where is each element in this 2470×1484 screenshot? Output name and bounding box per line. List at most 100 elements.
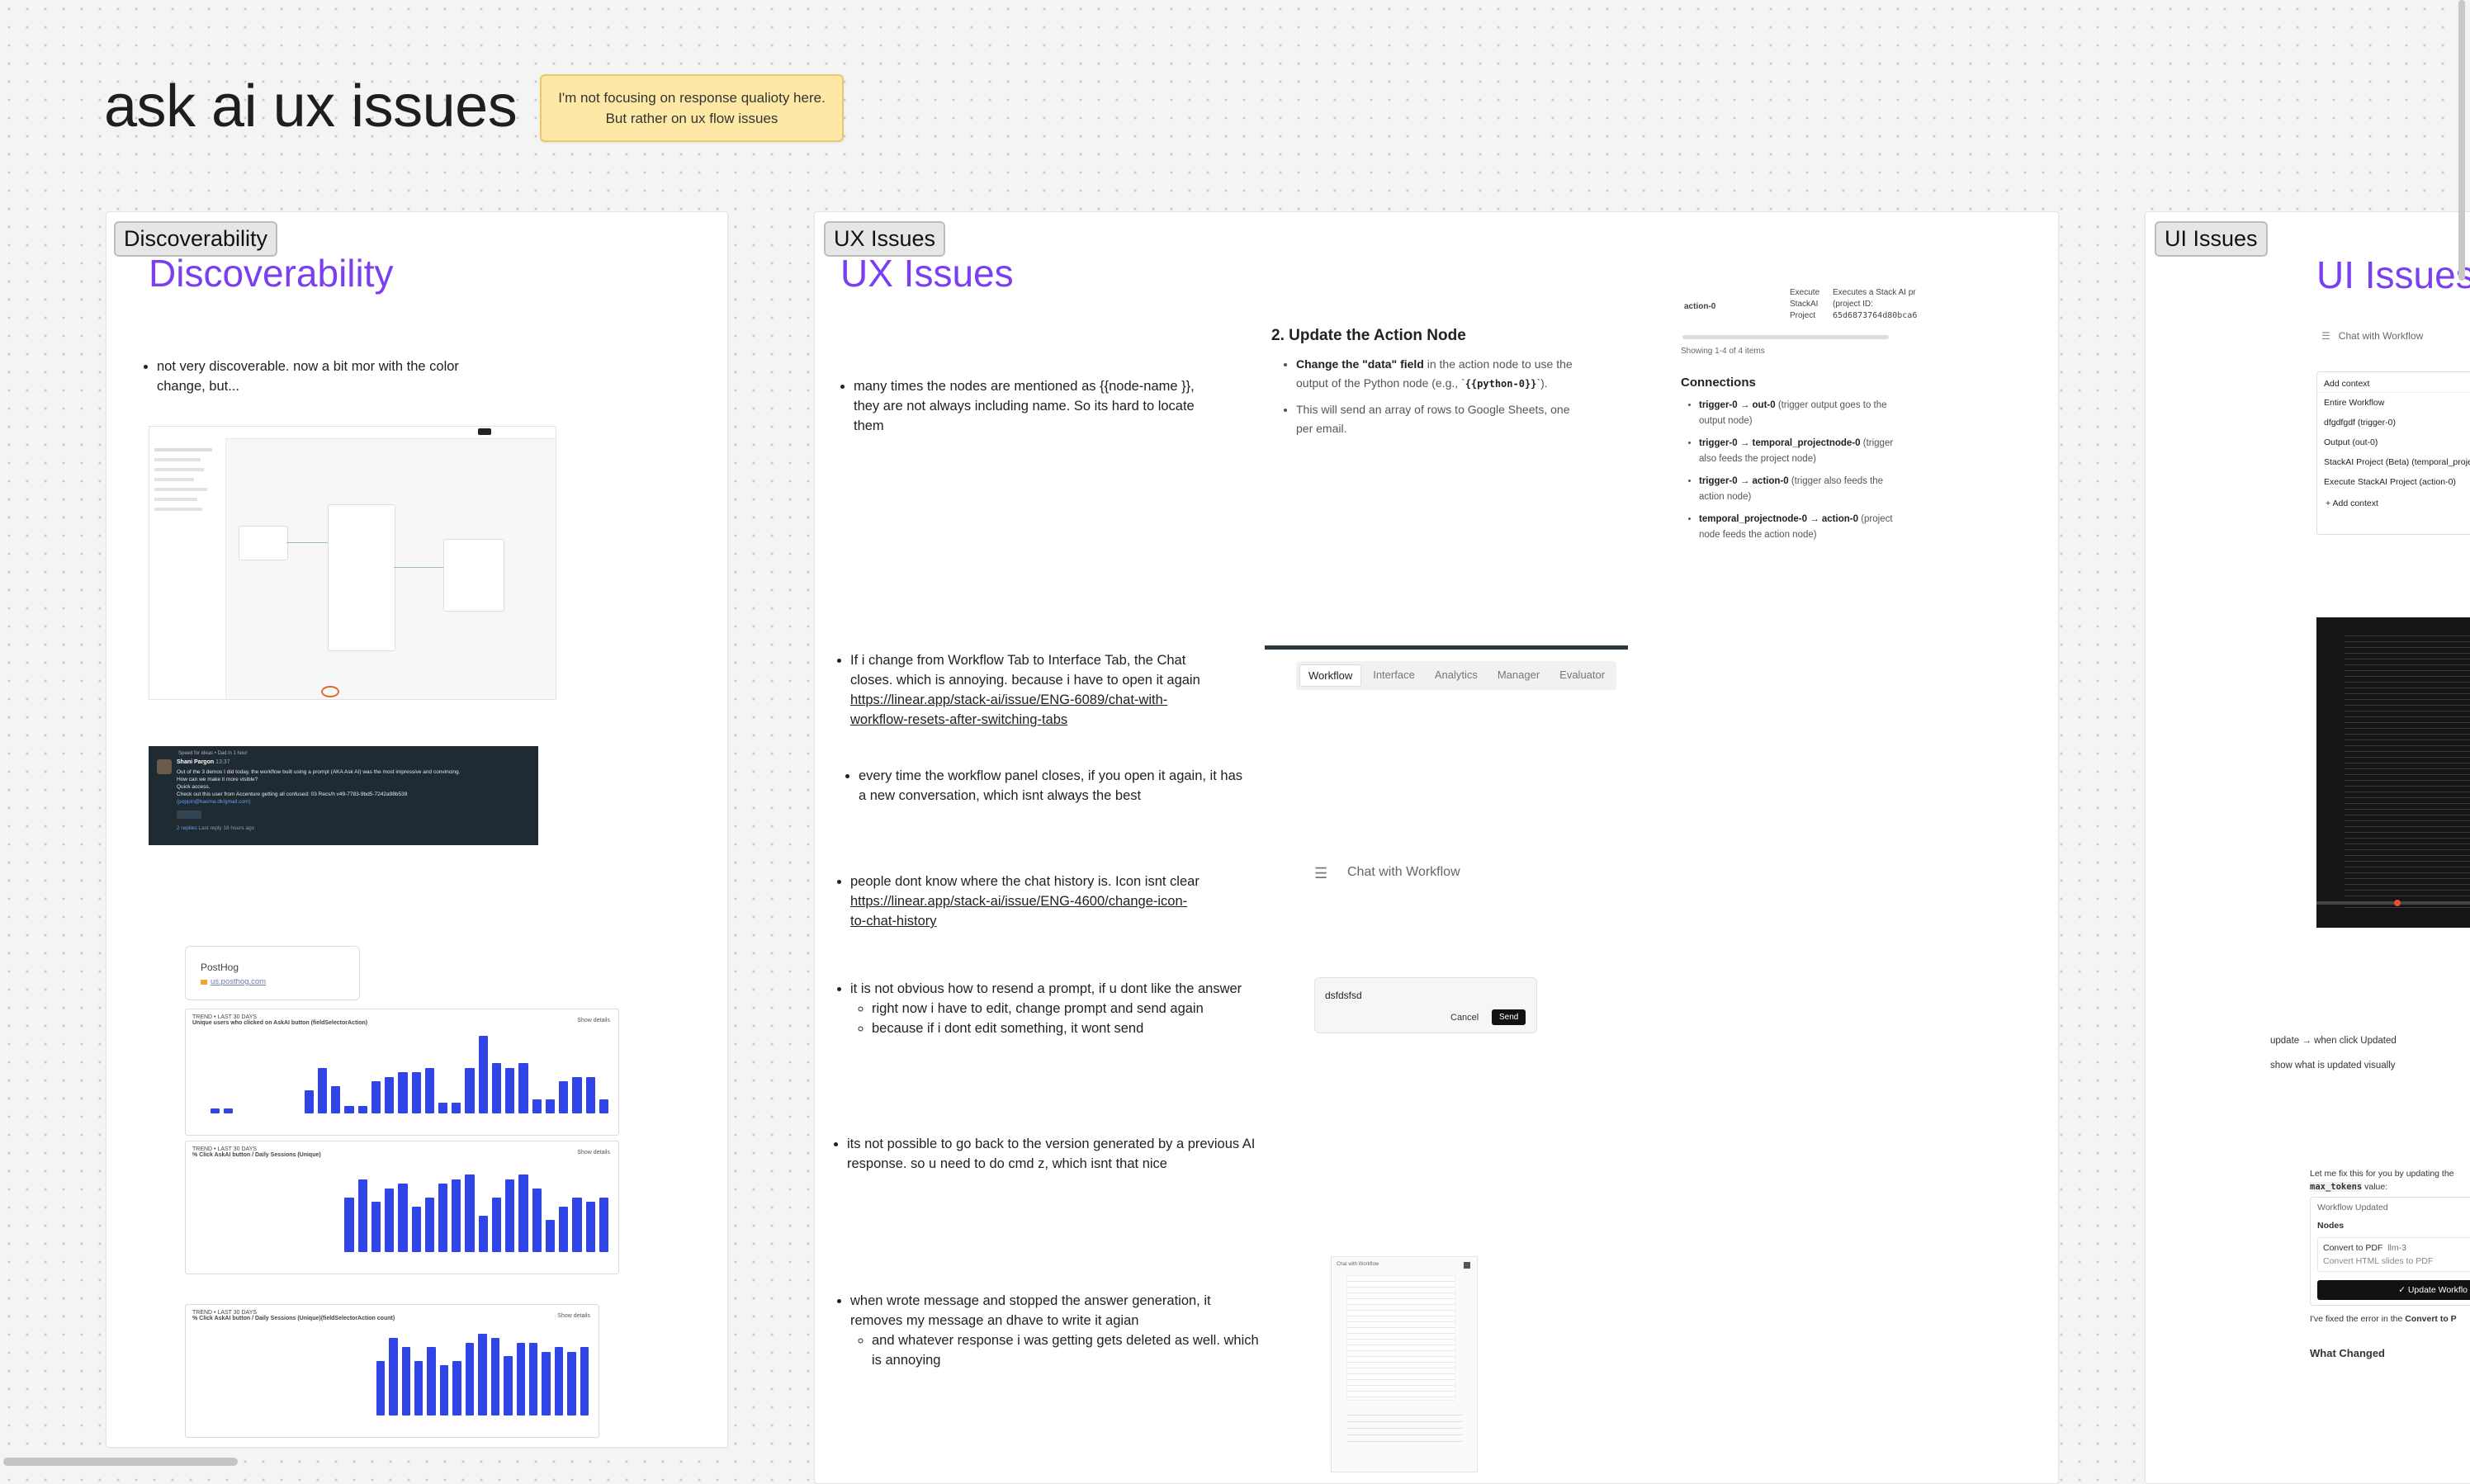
chat-header-title: Chat with Workflow [1347,865,1460,879]
cancel-button[interactable]: Cancel [1450,1013,1479,1023]
chart-bar [438,1103,448,1113]
chart-bar [371,1081,381,1113]
sticky-note[interactable]: I'm not focusing on response qualioty he… [540,74,844,142]
link-eng-6089[interactable]: https://linear.app/stack-ai/issue/ENG-60… [850,692,1167,727]
chart-bar [389,1338,398,1415]
ux-issues-heading: UX Issues [840,252,1014,295]
context-item[interactable]: Output (out-0) [2317,432,2470,452]
posthog-logo-icon [201,980,207,985]
update-workflow-button[interactable]: ✓ Update Workflo [2317,1280,2470,1300]
chart-bar [545,1099,556,1113]
context-item[interactable]: dfgdfgdf (trigger-0) [2317,413,2470,432]
sticky-line-2: But rather on ux flow issues [605,111,778,126]
chart-bar [572,1077,582,1113]
chart-bar [401,1347,410,1415]
note-tab-switch: If i change from Workflow Tab to Interfa… [832,650,1261,730]
chart-bar [385,1077,395,1113]
chart-bar [478,1334,487,1415]
context-item[interactable]: StackAI Project (Beta) (temporal_projec [2317,452,2470,472]
close-icon[interactable] [1464,1262,1470,1269]
chart-bar [505,1179,515,1252]
chart-bar [398,1184,408,1252]
chart-bar [465,1174,475,1252]
note-chat-history: people dont know where the chat history … [832,872,1261,931]
chart-bar [504,1356,513,1415]
chart-bar [385,1189,395,1252]
chart-bar [211,1108,220,1113]
posthog-chart-2: TREND • LAST 30 DAYS% Click AskAI button… [185,1141,619,1274]
ui-issues-tag[interactable]: UI Issues [2155,221,2268,257]
chart-bar [516,1343,525,1415]
slack-message-screenshot: Speed for ideas • Dad in 1 hour Shani Pa… [149,746,538,845]
chart-bar [599,1198,609,1252]
chart-bar [559,1081,569,1113]
chart-bar [427,1347,436,1415]
discoverability-note: not very discoverable. now a bit mor wit… [139,357,527,396]
posthog-url[interactable]: us.posthog.com [211,977,266,986]
edit-prompt-input[interactable]: dsfdsfsd [1325,990,1362,1001]
chat-header-screenshot: ☰ Chat with Workflow [1314,862,1562,885]
posthog-chart-1: TREND • LAST 30 DAYS Unique users who cli… [185,1009,619,1136]
chart-bar [478,1036,488,1113]
tab-analytics[interactable]: Analytics [1427,664,1486,687]
vertical-scrollbar[interactable] [2458,0,2465,281]
chart-bar [518,1063,528,1113]
send-button[interactable]: Send [1492,1009,1526,1025]
note-version: its not possible to go back to the versi… [829,1134,1291,1174]
chart-bar [438,1184,448,1252]
edit-prompt-box[interactable]: dsfdsfsd Cancel Send [1314,977,1537,1033]
workflow-canvas-screenshot [149,426,556,700]
add-context-menu[interactable]: Add context Entire Workflow dfgdfgdf (tr… [2316,371,2470,535]
ui-issues-heading: UI Issues [2316,253,2470,296]
add-context-button[interactable]: + Add context [2317,492,2470,515]
chart-bar [542,1352,551,1415]
chart-bar [567,1352,576,1415]
note-node-names: many times the nodes are mentioned as {{… [835,376,1240,436]
chart-bar [371,1202,381,1252]
hamburger-icon[interactable]: ☰ [2321,330,2330,342]
chart-bar [424,1198,434,1252]
horizontal-scrollbar[interactable] [3,1458,238,1466]
chart-bar [224,1108,234,1113]
ui-dark-screenshot [2316,617,2470,928]
chart-bar [304,1090,314,1113]
chart-bar [411,1207,421,1252]
board-title: ask ai ux issues [104,73,518,139]
tab-evaluator[interactable]: Evaluator [1551,664,1613,687]
chart-bar [331,1086,341,1113]
context-item[interactable]: Execute StackAI Project (action-0) [2317,472,2470,492]
chart-bar [317,1068,328,1113]
chart-bar [585,1077,595,1113]
chart-bar [491,1063,502,1113]
hamburger-icon[interactable]: ☰ [1314,865,1327,882]
chart-bar [478,1216,488,1252]
chart-bar [344,1106,354,1113]
chart-bar [545,1220,556,1252]
posthog-chart-3: TREND • LAST 30 DAYS% Click AskAI button… [185,1304,599,1438]
chart-bar [465,1068,475,1113]
chart-bar [532,1099,542,1113]
update-action-node-snippet: 2. Update the Action Node Change the "da… [1271,327,1635,438]
ui-chat-header: ☰ Chat with Workflow [2321,330,2424,342]
chart-bar [490,1338,500,1415]
chart-bar [532,1189,542,1252]
tab-manager[interactable]: Manager [1489,664,1548,687]
note-new-conversation: every time the workflow panel closes, if… [840,766,1270,806]
tab-workflow[interactable]: Workflow [1299,664,1362,687]
tab-bar-screenshot: Workflow Interface Analytics Manager Eva… [1265,645,1628,702]
chart-bar [398,1072,408,1113]
chart-bar [599,1099,609,1113]
chart-bar [528,1343,538,1415]
context-item[interactable]: Entire Workflow [2317,393,2470,413]
chat-json-screenshot: Chat with Workflow [1331,1256,1478,1472]
link-eng-4600[interactable]: https://linear.app/stack-ai/issue/ENG-46… [850,894,1187,929]
avatar-icon [157,759,172,774]
discoverability-heading: Discoverability [149,252,394,295]
workflow-fix-card: Let me fix this for you by updating the … [2310,1169,2470,1359]
chart-bar [452,1179,461,1252]
chart-bar [491,1198,502,1252]
chart-bar [376,1361,386,1415]
posthog-link-card[interactable]: PostHog us.posthog.com [185,946,360,1000]
tab-interface[interactable]: Interface [1365,664,1423,687]
ui-update-notes: update → when click Updated show what is… [2270,1036,2397,1070]
